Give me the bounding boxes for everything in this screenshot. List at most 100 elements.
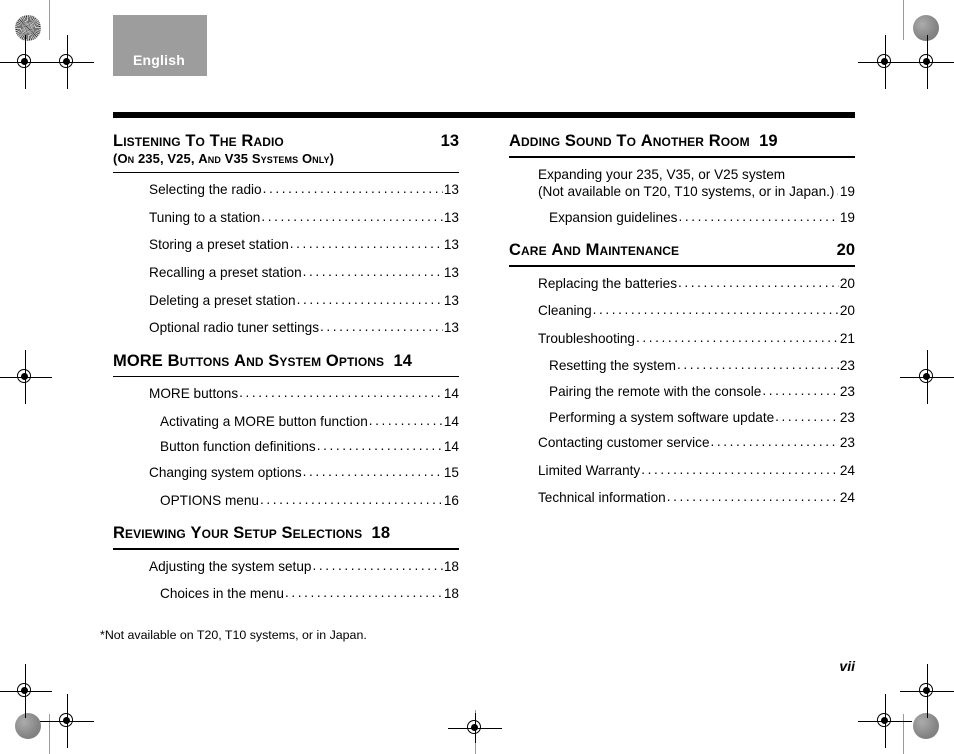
toc-entry[interactable]: Activating a MORE button function.......…	[149, 413, 459, 431]
toc-entry-label: Recalling a preset station	[149, 264, 302, 280]
toc-section: Reviewing Your Setup Selections 1818Adju…	[113, 524, 459, 603]
toc-leader-dots: ........................................…	[710, 434, 839, 450]
toc-entry-label: Cleaning	[538, 303, 592, 319]
toc-entry-label: OPTIONS menu	[160, 492, 259, 508]
registration-target-top-right-inner	[900, 35, 954, 89]
toc-entry-label: Limited Warranty	[538, 462, 641, 478]
toc-entry-list: Replacing the batteries.................…	[509, 274, 855, 507]
toc-entry-page: 14	[443, 386, 459, 402]
crop-line-top-left-vertical	[49, 0, 50, 40]
toc-leader-dots: ........................................…	[302, 463, 443, 479]
toc-page: Listening to the Radio (on 235, V25, and …	[113, 112, 855, 612]
toc-entry-multiline[interactable]: Expanding your 235, V35, or V25 system (N…	[538, 167, 855, 201]
toc-section-heading[interactable]: Listening to the Radio (on 235, V25, and …	[113, 132, 459, 167]
toc-entry-page: 20	[839, 275, 855, 291]
footnote: *Not available on T20, T10 systems, or i…	[100, 628, 367, 642]
toc-entry[interactable]: Contacting customer service.............…	[538, 434, 855, 452]
toc-entry[interactable]: Deleting a preset station...............…	[149, 291, 459, 310]
crop-line-bottom-right-vertical	[903, 714, 904, 754]
toc-entry[interactable]: Tuning to a station.....................…	[149, 208, 459, 227]
toc-entry-page: 13	[443, 292, 459, 308]
toc-section-title-box: Reviewing Your Setup Selections 18	[113, 524, 390, 543]
page-top-rule	[113, 112, 855, 118]
toc-entry-page: 13	[443, 237, 459, 253]
toc-entry-label: Selecting the radio	[149, 182, 262, 198]
toc-section-heading[interactable]: MORE Buttons and System Options 1414	[113, 352, 459, 371]
toc-entry-page: 20	[839, 303, 855, 319]
toc-leader-dots: ........................................…	[592, 302, 839, 318]
toc-leader-dots: ........................................…	[261, 208, 443, 224]
registration-target-bottom-right-outer	[858, 694, 912, 748]
toc-section-heading[interactable]: Adding Sound to Another Room 1919	[509, 132, 855, 151]
toc-entry[interactable]: OPTIONS menu............................…	[149, 492, 459, 510]
toc-entry-list: Expanding your 235, V35, or V25 system (N…	[509, 167, 855, 227]
toc-entry[interactable]: Selecting the radio.....................…	[149, 181, 459, 199]
toc-leader-dots: ........................................…	[296, 291, 443, 307]
toc-section: Listening to the Radio (on 235, V25, and …	[113, 132, 459, 337]
toc-entry[interactable]: Choices in the menu.....................…	[149, 585, 459, 603]
toc-leader-dots: ........................................…	[284, 585, 443, 601]
toc-entry[interactable]: Resetting the system....................…	[538, 357, 855, 375]
toc-entry[interactable]: Optional radio tuner settings...........…	[149, 319, 459, 337]
toc-entry-page: 23	[839, 384, 855, 400]
toc-section-rule	[509, 156, 855, 158]
toc-section-rule	[509, 265, 855, 267]
toc-entry-page: 13	[443, 182, 459, 198]
toc-section-title-box: MORE Buttons and System Options 14	[113, 352, 412, 371]
toc-entry-page: 13	[443, 264, 459, 280]
toc-section-title-box: Care and Maintenance	[509, 241, 679, 260]
toc-entry-label: Deleting a preset station	[149, 292, 296, 308]
toc-entry[interactable]: Technical information...................…	[538, 489, 855, 507]
toc-entry-label: Replacing the batteries	[538, 275, 678, 291]
toc-leader-dots: ........................................…	[641, 461, 839, 477]
crop-mark-top-left-horizontal	[0, 62, 42, 63]
toc-section: Adding Sound to Another Room 1919 Expandi…	[509, 132, 855, 226]
toc-entry[interactable]: Storing a preset station................…	[149, 236, 459, 254]
toc-entry[interactable]: Performing a system software update.....…	[538, 409, 855, 427]
registration-target-bottom-right	[900, 664, 954, 718]
toc-entry-page: 21	[839, 330, 855, 346]
toc-entry[interactable]: Changing system options.................…	[149, 463, 459, 482]
language-tab: English	[113, 15, 207, 76]
toc-entry[interactable]: Limited Warranty........................…	[538, 461, 855, 480]
toc-entry-label: Adjusting the system setup	[149, 558, 312, 574]
toc-entry[interactable]: Button function definitions.............…	[149, 438, 459, 456]
toc-section-title: Care and Maintenance	[509, 241, 680, 260]
toc-section-rule	[113, 548, 459, 550]
toc-entry[interactable]: Expansion guidelines....................…	[538, 209, 855, 227]
toc-entry[interactable]: MORE buttons............................…	[149, 385, 459, 403]
toc-entry-label: Expansion guidelines	[549, 209, 678, 225]
toc-leader-dots: ........................................…	[320, 319, 443, 335]
toc-entry[interactable]: Cleaning................................…	[538, 302, 855, 320]
toc-section-title: Adding Sound to Another Room 19	[509, 132, 778, 150]
toc-leader-dots: ........................................…	[262, 181, 443, 197]
language-tab-label: English	[133, 52, 185, 68]
toc-entry-label: Tuning to a station	[149, 209, 261, 225]
toc-entry[interactable]: Troubleshooting.........................…	[538, 330, 855, 348]
halftone-dot-top-right	[913, 15, 939, 41]
toc-section-title-box: Adding Sound to Another Room 19	[509, 132, 778, 151]
crop-line-bottom-left-vertical	[49, 714, 50, 754]
crop-line-bottom-center-vertical	[475, 710, 476, 754]
toc-entry-page: 14	[443, 439, 459, 455]
toc-entry-page: 24	[839, 490, 855, 506]
toc-entry-page: 24	[839, 462, 855, 478]
toc-entry[interactable]: Adjusting the system setup..............…	[149, 558, 459, 576]
toc-columns: Listening to the Radio (on 235, V25, and …	[113, 132, 855, 612]
toc-entry[interactable]: Recalling a preset station..............…	[149, 264, 459, 282]
toc-entry-page: 23	[839, 435, 855, 451]
toc-section-heading[interactable]: Care and Maintenance 20	[509, 241, 855, 260]
toc-entry-page: 14	[443, 413, 459, 429]
toc-entry[interactable]: Replacing the batteries.................…	[538, 274, 855, 293]
toc-leader-dots: ........................................…	[676, 357, 839, 373]
toc-entry-list: MORE buttons............................…	[113, 385, 459, 510]
toc-entry[interactable]: Pairing the remote with the console.....…	[538, 383, 855, 401]
toc-entry-page: 18	[443, 558, 459, 574]
toc-entry-label: Pairing the remote with the console	[549, 384, 762, 400]
toc-section-page: 13	[440, 132, 459, 150]
toc-section-heading[interactable]: Reviewing Your Setup Selections 1818	[113, 524, 459, 543]
toc-leader-dots: ........................................…	[678, 274, 839, 290]
toc-leader-dots: ........................................…	[836, 183, 837, 200]
toc-entry-label-line1: Expanding your 235, V35, or V25 system	[538, 166, 786, 182]
toc-entry-label: Optional radio tuner settings	[149, 320, 320, 336]
